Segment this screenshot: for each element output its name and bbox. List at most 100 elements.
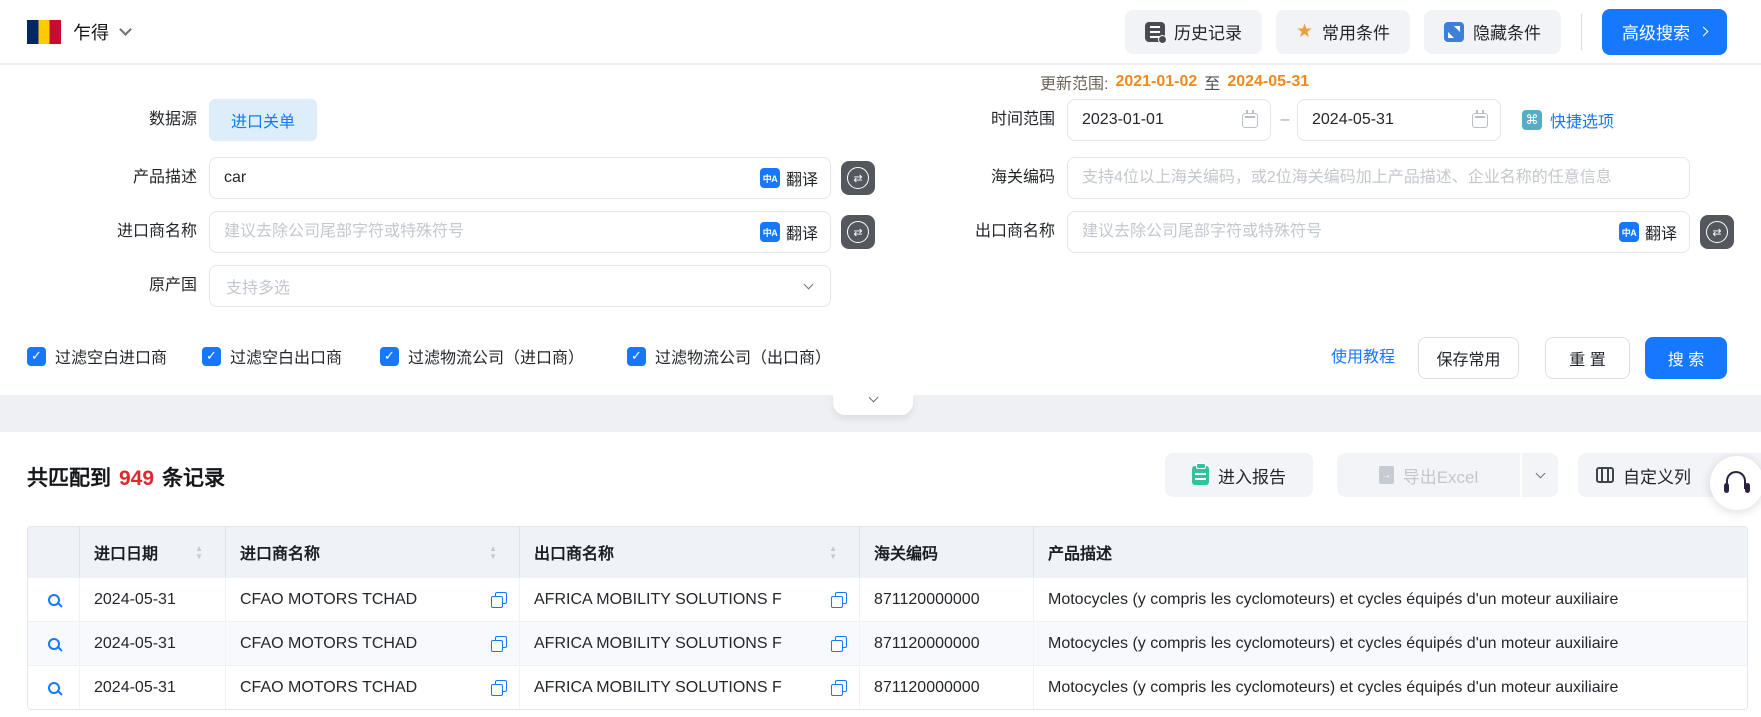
checkbox-checked-icon: ✓ xyxy=(380,347,399,366)
exporter-input[interactable] xyxy=(1068,212,1619,252)
checkbox-filter-logistics-exporter[interactable]: ✓ 过滤物流公司（出口商） xyxy=(627,344,831,368)
cell-import-date: 2024-05-31 xyxy=(80,622,226,665)
cell-product: Motocycles (y compris les cyclomoteurs) … xyxy=(1034,666,1747,709)
cell-product: Motocycles (y compris les cyclomoteurs) … xyxy=(1034,622,1747,665)
results-table: 进口日期 ▲▼ 进口商名称 ▲▼ 出口商名称 ▲▼ 海关编码 xyxy=(27,526,1748,710)
calendar-icon xyxy=(1242,113,1258,128)
product-desc-input[interactable] xyxy=(210,158,760,198)
cell-hs-code: 871120000000 xyxy=(860,578,1034,621)
end-date-input[interactable]: 2024-05-31 xyxy=(1297,99,1501,141)
table-header: 进口日期 ▲▼ 进口商名称 ▲▼ 出口商名称 ▲▼ 海关编码 xyxy=(28,527,1747,577)
favorites-button[interactable]: ★ 常用条件 xyxy=(1276,10,1410,54)
swap-icon: ⇄ xyxy=(847,221,869,243)
cell-importer: CFAO MOTORS TCHAD xyxy=(226,578,520,621)
cell-exporter: AFRICA MOBILITY SOLUTIONS F xyxy=(520,622,860,665)
checkbox-filter-logistics-importer[interactable]: ✓ 过滤物流公司（进口商） xyxy=(380,344,584,368)
copy-icon[interactable] xyxy=(831,592,847,608)
topbar-actions: 历史记录 ★ 常用条件 隐藏条件 高级搜索 xyxy=(1125,9,1727,55)
match-count: 949 xyxy=(119,467,154,491)
time-range-label: 时间范围 xyxy=(875,99,1055,141)
match-summary: 共匹配到 949 条记录 xyxy=(27,462,225,492)
copy-icon[interactable] xyxy=(831,680,847,696)
country-selector[interactable]: 乍得 xyxy=(27,19,130,45)
header-product-desc[interactable]: 产品描述 xyxy=(1034,527,1747,577)
importer-label: 进口商名称 xyxy=(17,211,197,253)
translate-icon: 中A xyxy=(760,168,780,188)
header-importer-name[interactable]: 进口商名称 ▲▼ xyxy=(226,527,520,577)
importer-input[interactable] xyxy=(210,212,760,252)
match-mode-toggle[interactable]: ⇄ xyxy=(841,215,875,249)
translate-icon: 中A xyxy=(760,222,780,242)
results-section: 共匹配到 949 条记录 进入报告 → 导出Excel 自定义列 进口日期 ▲▼ xyxy=(0,432,1761,717)
copy-icon[interactable] xyxy=(491,636,507,652)
export-dropdown-button[interactable] xyxy=(1522,453,1558,497)
translate-button[interactable]: 中A 翻译 xyxy=(760,166,818,190)
headset-icon xyxy=(1724,471,1750,495)
table-row: 2024-05-31 CFAO MOTORS TCHAD AFRICA MOBI… xyxy=(28,577,1747,621)
start-date-input[interactable]: 2023-01-01 xyxy=(1067,99,1271,141)
origin-country-select[interactable]: 支持多选 xyxy=(209,265,831,307)
reset-button[interactable]: 重 置 xyxy=(1545,337,1630,379)
top-bar: 乍得 历史记录 ★ 常用条件 隐藏条件 高级搜索 xyxy=(0,0,1761,64)
collapse-icon xyxy=(1444,22,1464,42)
cell-exporter: AFRICA MOBILITY SOLUTIONS F xyxy=(520,666,860,709)
enter-report-button[interactable]: 进入报告 xyxy=(1165,453,1313,497)
header-hs-code[interactable]: 海关编码 xyxy=(860,527,1034,577)
cell-hs-code: 871120000000 xyxy=(860,666,1034,709)
checkbox-filter-blank-exporter[interactable]: ✓ 过滤空白出口商 xyxy=(202,344,342,368)
header-detail-column xyxy=(28,527,80,577)
export-icon: → xyxy=(1379,466,1394,484)
table-row: 2024-05-31 CFAO MOTORS TCHAD AFRICA MOBI… xyxy=(28,621,1747,665)
chevron-down-icon xyxy=(1535,468,1545,478)
cell-exporter: AFRICA MOBILITY SOLUTIONS F xyxy=(520,578,860,621)
copy-icon[interactable] xyxy=(831,636,847,652)
translate-button[interactable]: 中A 翻译 xyxy=(760,220,818,244)
advanced-search-button[interactable]: 高级搜索 xyxy=(1602,9,1727,55)
history-button[interactable]: 历史记录 xyxy=(1125,10,1262,54)
translate-icon: 中A xyxy=(1619,222,1639,242)
columns-icon xyxy=(1596,467,1614,483)
match-mode-toggle[interactable]: ⇄ xyxy=(841,161,875,195)
chad-flag-icon xyxy=(27,20,61,44)
customer-service-button[interactable] xyxy=(1710,456,1761,510)
header-import-date[interactable]: 进口日期 ▲▼ xyxy=(80,527,226,577)
product-desc-field: 中A 翻译 xyxy=(209,157,831,199)
hide-filters-button[interactable]: 隐藏条件 xyxy=(1424,10,1561,54)
cell-product: Motocycles (y compris les cyclomoteurs) … xyxy=(1034,578,1747,621)
save-common-button[interactable]: 保存常用 xyxy=(1418,337,1519,379)
sort-icons[interactable]: ▲▼ xyxy=(829,545,837,560)
view-detail-icon[interactable] xyxy=(48,638,60,650)
sort-icons[interactable]: ▲▼ xyxy=(195,545,203,560)
checkbox-checked-icon: ✓ xyxy=(202,347,221,366)
importer-field: 中A 翻译 xyxy=(209,211,831,253)
match-mode-toggle[interactable]: ⇄ xyxy=(1700,215,1734,249)
date-separator: – xyxy=(1274,99,1296,141)
history-icon xyxy=(1145,22,1165,42)
divider xyxy=(1581,14,1582,50)
view-detail-icon[interactable] xyxy=(48,682,60,694)
copy-icon[interactable] xyxy=(491,592,507,608)
cell-import-date: 2024-05-31 xyxy=(80,578,226,621)
checkbox-filter-blank-importer[interactable]: ✓ 过滤空白进口商 xyxy=(27,344,167,368)
search-button[interactable]: 搜 索 xyxy=(1645,337,1727,379)
header-exporter-name[interactable]: 出口商名称 ▲▼ xyxy=(520,527,860,577)
data-source-tab-import[interactable]: 进口关单 xyxy=(209,99,317,141)
report-icon xyxy=(1192,466,1209,485)
exporter-label: 出口商名称 xyxy=(875,211,1055,253)
view-detail-icon[interactable] xyxy=(48,594,60,606)
star-icon: ★ xyxy=(1296,22,1313,41)
command-icon: ⌘ xyxy=(1522,110,1542,130)
hs-code-input[interactable] xyxy=(1068,158,1677,198)
collapse-panel-handle[interactable] xyxy=(833,395,913,415)
tutorial-link[interactable]: 使用教程 xyxy=(1331,337,1395,379)
translate-button[interactable]: 中A 翻译 xyxy=(1619,220,1677,244)
export-excel-button[interactable]: → 导出Excel xyxy=(1337,453,1520,497)
update-range-end: 2024-05-31 xyxy=(1227,73,1309,91)
copy-icon[interactable] xyxy=(491,680,507,696)
exporter-field: 中A 翻译 xyxy=(1067,211,1690,253)
sort-icons[interactable]: ▲▼ xyxy=(489,545,497,560)
quick-options-button[interactable]: ⌘ 快捷选项 xyxy=(1522,99,1614,141)
hs-code-label: 海关编码 xyxy=(875,157,1055,199)
swap-icon: ⇄ xyxy=(847,167,869,189)
chevron-down-icon xyxy=(119,23,132,36)
